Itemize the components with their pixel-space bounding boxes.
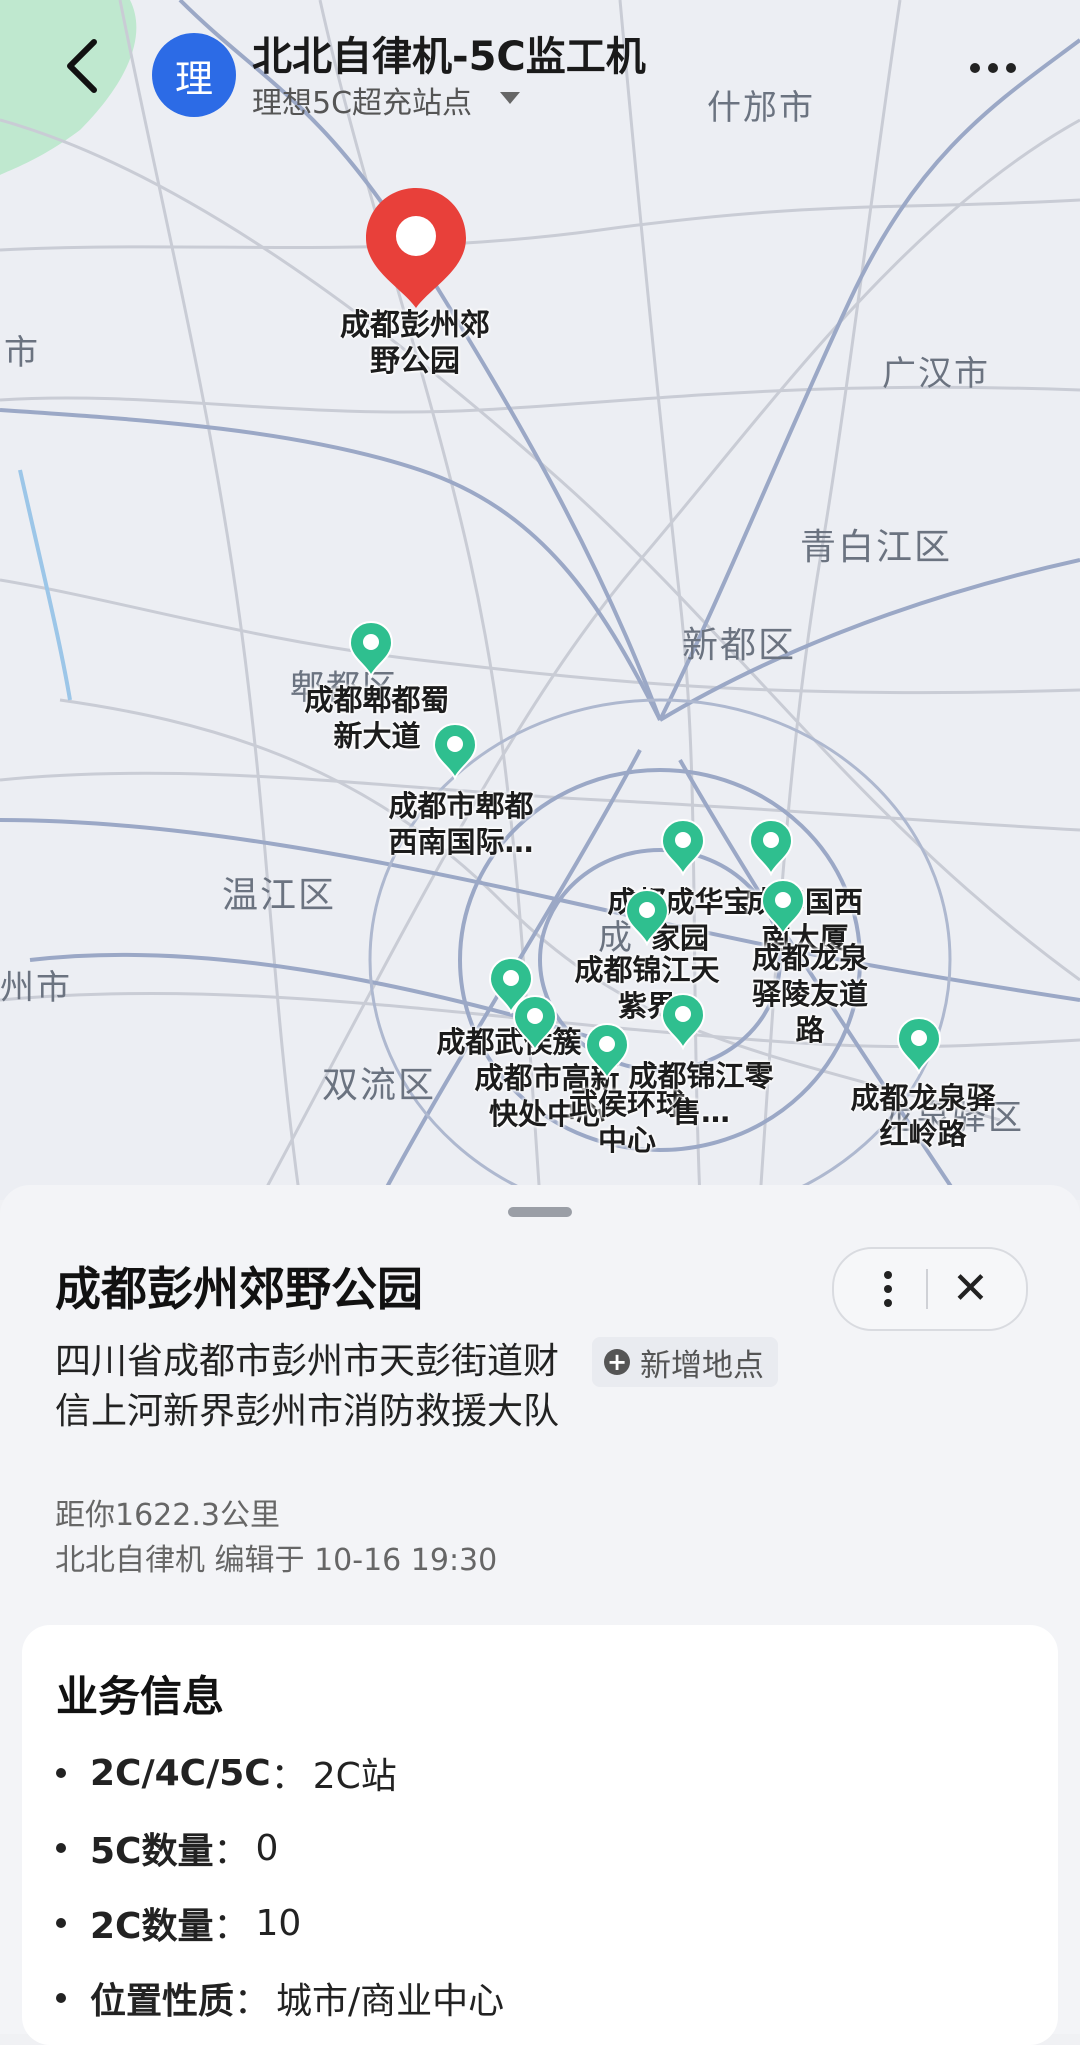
colon: ：	[234, 1981, 271, 2022]
plus-icon: +	[604, 1349, 630, 1375]
bullet	[56, 1768, 66, 1778]
selected-pin-label: 成都彭州郊野公园	[340, 308, 490, 379]
charging-station-pin-label: 成都龙泉驿陵友道路	[751, 941, 868, 1047]
charging-station-pin-icon[interactable]	[660, 818, 706, 876]
more-options-button[interactable]	[970, 48, 1030, 88]
map-title: 北北自律机-5C监工机	[252, 34, 646, 80]
charging-station-pin-icon[interactable]	[748, 818, 794, 876]
charging-station-pin-label: 成都市郫都西南国际…	[388, 789, 534, 859]
place-label-wenjiang: 温江区	[222, 875, 337, 916]
top-bar: 理 北北自律机-5C监工机 理想5C超充站点	[0, 0, 1080, 130]
map-view[interactable]: 什邡市 市 广汉市 青白江区 新都区 郫都区 温江区 州市 双流区 成 龙泉驿区…	[0, 0, 1080, 1200]
business-row-key: 2C数量	[90, 1906, 214, 1947]
place-label-edge-west: 市	[4, 333, 40, 373]
selected-location-pin-icon[interactable]	[362, 184, 470, 312]
business-row: 位置性质： 城市/商业中心	[56, 1972, 504, 2024]
business-row: 2C数量： 10	[56, 1897, 301, 1949]
business-row-key: 5C数量	[90, 1831, 214, 1872]
business-row: 5C数量： 0	[56, 1822, 278, 1874]
poi-distance: 距你1622.3公里	[55, 1498, 280, 1533]
charging-station-pin-icon[interactable]	[760, 878, 806, 936]
bullet	[56, 1993, 66, 2003]
close-icon[interactable]: ✕	[952, 1267, 989, 1311]
charging-station-pin-icon[interactable]	[624, 888, 670, 946]
colon: ：	[270, 1756, 307, 1797]
bullet	[56, 1918, 66, 1928]
business-row-key: 2C/4C/5C	[90, 1752, 271, 1794]
place-label-edge-city: 州市	[0, 968, 72, 1008]
place-label-shuangliu: 双流区	[322, 1065, 437, 1106]
place-label-xindu: 新都区	[682, 625, 797, 666]
chevron-down-icon[interactable]	[500, 92, 520, 104]
add-place-button[interactable]: + 新增地点	[592, 1337, 778, 1387]
business-row-value: 2C站	[312, 1756, 397, 1797]
avatar[interactable]: 理	[152, 33, 236, 117]
business-row-value: 城市/商业中心	[276, 1981, 505, 2022]
colon: ：	[213, 1906, 250, 1947]
place-label-guanghan: 广汉市	[882, 354, 990, 394]
business-info-title: 业务信息	[56, 1672, 225, 1721]
charging-station-pin-label: 成都锦江零售…	[628, 1059, 774, 1129]
add-place-label: 新增地点	[640, 1347, 764, 1384]
poi-action-group: ✕	[832, 1247, 1028, 1331]
business-row-value: 10	[255, 1902, 302, 1944]
charging-station-pin-icon[interactable]	[660, 992, 706, 1050]
charging-station-pin-label: 成都武侯簇	[436, 1025, 582, 1059]
poi-address: 四川省成都市彭州市天彭街道财信上河新界彭州市消防救援大队	[55, 1341, 560, 1432]
charging-station-pin-label: 成都龙泉驿红岭路	[850, 1081, 996, 1151]
business-row: 2C/4C/5C： 2C站	[56, 1747, 397, 1799]
charging-station-pin-icon[interactable]	[348, 620, 394, 678]
business-row-key: 位置性质	[90, 1981, 235, 2022]
drag-handle[interactable]	[508, 1207, 572, 1217]
business-info-card: 业务信息 2C/4C/5C： 2C站 5C数量： 0 2C数量： 10 位置性质…	[22, 1625, 1058, 2045]
charging-station-pin-icon[interactable]	[432, 722, 478, 780]
poi-name: 成都彭州郊野公园	[55, 1262, 423, 1316]
charging-station-pin-icon[interactable]	[512, 994, 558, 1052]
colon: ：	[213, 1831, 250, 1872]
back-arrow-icon[interactable]	[60, 36, 110, 96]
bullet	[56, 1843, 66, 1853]
layer-selector[interactable]: 理想5C超充站点	[252, 78, 472, 122]
charging-station-pin-icon[interactable]	[896, 1016, 942, 1074]
more-vertical-icon[interactable]	[884, 1271, 892, 1307]
divider	[926, 1269, 928, 1309]
place-label-qingbaijiang: 青白江区	[800, 527, 953, 568]
poi-edit-info: 北北自律机 编辑于 10-16 19:30	[55, 1543, 498, 1578]
business-row-value: 0	[255, 1827, 279, 1869]
